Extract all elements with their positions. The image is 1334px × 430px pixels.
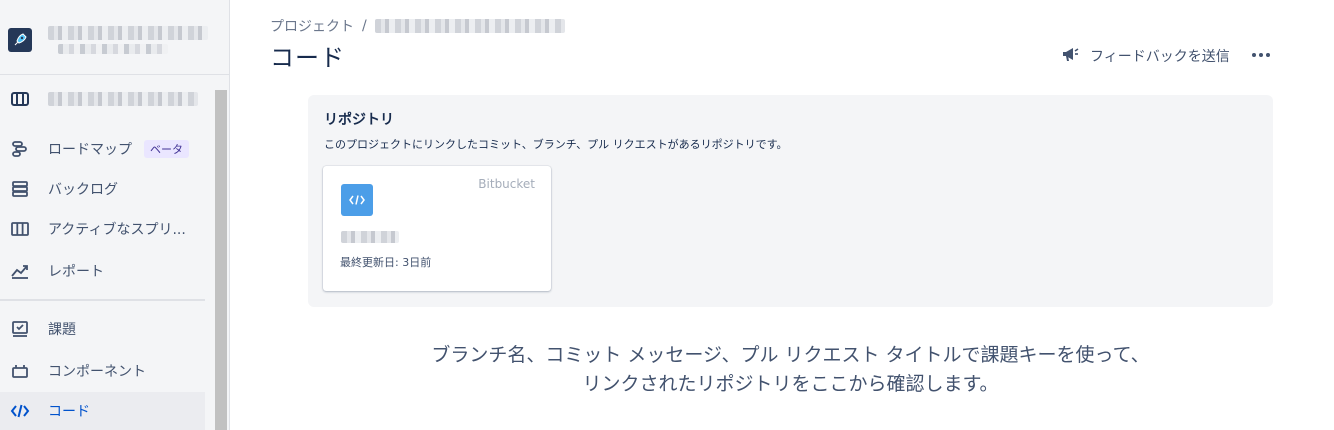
rocket-icon <box>14 33 27 46</box>
breadcrumb-project-redacted[interactable] <box>374 19 565 33</box>
sidebar-item-code[interactable]: コード <box>0 392 205 430</box>
project-name-redacted <box>48 26 208 40</box>
more-actions-button[interactable] <box>1250 44 1272 66</box>
page-title: コード <box>270 44 345 72</box>
feedback-label: フィードバックを送信 <box>1090 49 1230 65</box>
components-icon <box>10 361 30 381</box>
repositories-title: リポジトリ <box>324 112 394 128</box>
sidebar-item-label: 課題 <box>48 322 76 338</box>
code-icon <box>341 184 373 216</box>
repository-provider: Bitbucket <box>478 177 535 191</box>
repository-last-updated: 最終更新日: 3日前 <box>340 256 432 269</box>
hint-line-2: リンクされたリポジトリをここから確認します。 <box>582 373 999 395</box>
empty-state-hint: ブランチ名、コミット メッセージ、プル リクエスト タイトルで課題キーを使って、… <box>308 341 1273 399</box>
repositories-description: このプロジェクトにリンクしたコミット、ブランチ、プル リクエストがあるリポジトリ… <box>324 138 788 151</box>
sidebar-item-backlog[interactable]: バックログ <box>0 170 205 208</box>
sidebar-item-label: ロードマップ <box>48 142 132 158</box>
sidebar-scrollbar[interactable] <box>215 90 227 430</box>
feedback-button[interactable]: フィードバックを送信 <box>1060 44 1230 68</box>
megaphone-icon <box>1060 44 1080 68</box>
beta-badge: ベータ <box>144 140 189 158</box>
project-header[interactable] <box>0 0 230 75</box>
project-type-redacted <box>58 44 168 54</box>
sidebar-item-reports[interactable]: レポート <box>0 252 205 290</box>
more-horizontal-icon <box>1252 53 1270 57</box>
project-sidebar: ロードマップ ベータ バックログ アクティブなスプリ... レポート 課題 コン… <box>0 0 230 430</box>
project-avatar[interactable] <box>8 28 32 52</box>
sidebar-item-issues[interactable]: 課題 <box>0 310 205 348</box>
breadcrumb-separator: / <box>362 18 367 34</box>
sidebar-item-label: バックログ <box>48 182 118 198</box>
sidebar-item-components[interactable]: コンポーネント <box>0 352 205 390</box>
sidebar-divider <box>0 299 205 301</box>
sidebar-item-board-redacted[interactable] <box>0 80 205 118</box>
sidebar-item-label: レポート <box>48 264 104 280</box>
hint-line-1: ブランチ名、コミット メッセージ、プル リクエスト タイトルで課題キーを使って、 <box>431 344 1150 366</box>
sidebar-item-label-redacted <box>48 92 198 106</box>
breadcrumb: プロジェクト / <box>270 16 565 36</box>
repositories-panel: リポジトリ このプロジェクトにリンクしたコミット、ブランチ、プル リクエストがあ… <box>308 95 1273 307</box>
sidebar-item-active-sprint[interactable]: アクティブなスプリ... <box>0 210 205 248</box>
repository-card[interactable]: Bitbucket 最終更新日: 3日前 <box>323 166 551 291</box>
repository-name-redacted[interactable] <box>341 231 399 243</box>
sidebar-item-label: アクティブなスプリ... <box>48 222 186 238</box>
breadcrumb-projects-link[interactable]: プロジェクト <box>270 16 354 36</box>
sidebar-item-label: コード <box>48 404 90 420</box>
reports-icon <box>10 261 30 281</box>
code-icon <box>10 401 30 421</box>
backlog-icon <box>10 179 30 199</box>
sidebar-item-roadmap[interactable]: ロードマップ ベータ <box>0 130 205 168</box>
board-icon <box>10 89 30 109</box>
roadmap-icon <box>10 139 30 159</box>
sidebar-item-label: コンポーネント <box>48 364 146 380</box>
board-columns-icon <box>10 219 30 239</box>
issues-icon <box>10 319 30 339</box>
sidebar-divider <box>0 74 230 75</box>
